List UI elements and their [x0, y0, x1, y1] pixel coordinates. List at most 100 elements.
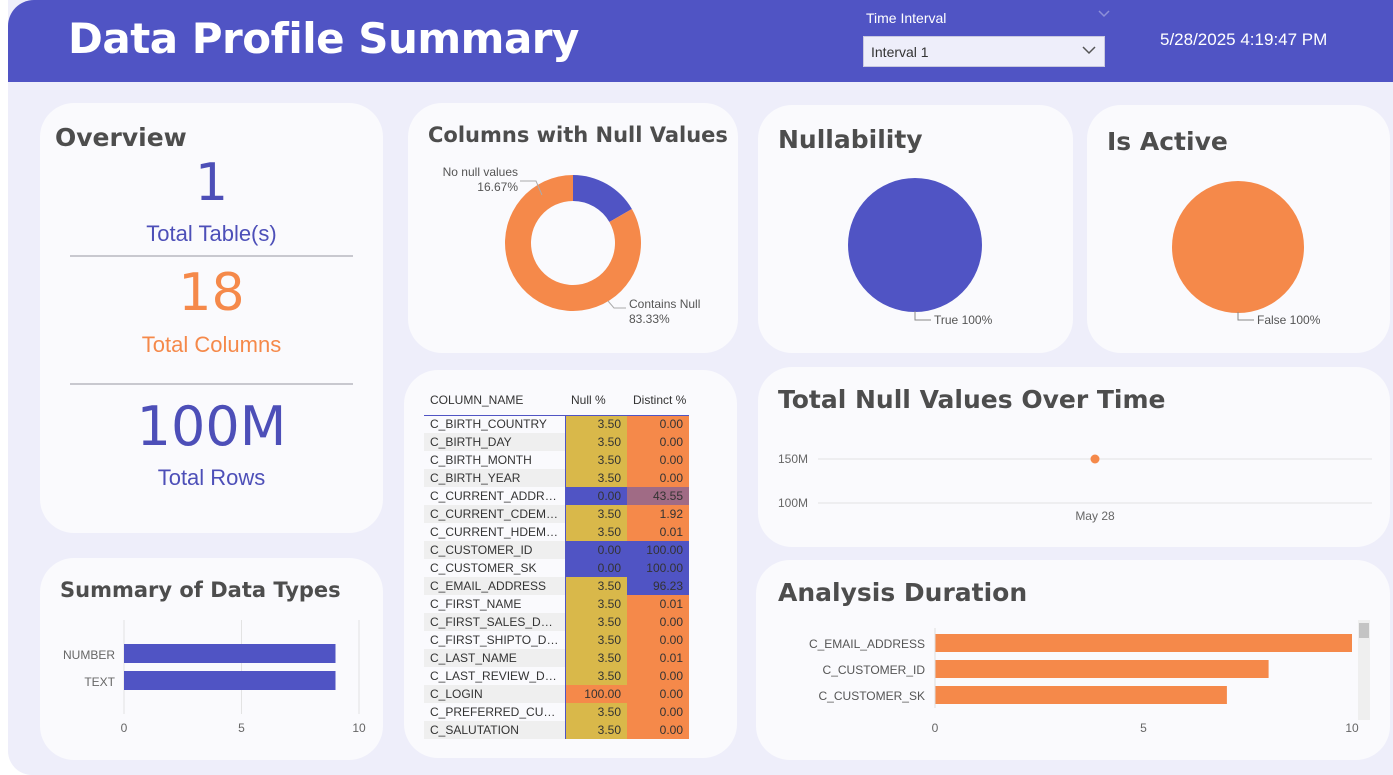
table-row[interactable]: C_LAST_REVIEW_DATE 3.50 0.00: [424, 667, 689, 685]
distinct-pct-cell: 0.01: [627, 523, 689, 541]
leader-line: [607, 300, 626, 309]
table-row[interactable]: C_PREFERRED_CUST_F...3.500.00: [424, 703, 689, 721]
data-types-card: Summary of Data Types NUMBER TEXT 0 5 10: [40, 558, 383, 760]
total-columns-value: 18: [178, 263, 245, 323]
null-pct-cell: 3.50: [564, 703, 627, 721]
table-row[interactable]: C_CUSTOMER_ID 0.00 100.00: [424, 541, 689, 559]
bar: [935, 634, 1352, 652]
pie-slice: [1172, 181, 1304, 313]
table-row[interactable]: C_BIRTH_MONTH 3.50 0.00: [424, 451, 689, 469]
pie-slice: [848, 178, 982, 312]
table-row[interactable]: C_FIRST_SHIPTO_DATE... 3.50 0.00: [424, 631, 689, 649]
bar: [124, 644, 336, 663]
y-tick-label: 100M: [778, 496, 808, 510]
null-pct-cell: 0.00: [564, 487, 627, 505]
distinct-pct-cell: 0.00: [627, 703, 689, 721]
total-rows-value: 100M: [136, 395, 287, 458]
table-row[interactable]: C_EMAIL_ADDRESS 3.50 96.23: [424, 577, 689, 595]
total-columns-label: Total Columns: [141, 332, 282, 357]
null-pct-cell: 0.00: [564, 541, 627, 559]
null-pct-cell: 3.50: [564, 631, 627, 649]
null-pct-cell: 3.50: [564, 595, 627, 613]
nullability-card: Nullability True 100%: [758, 105, 1073, 353]
chevron-down-icon[interactable]: [1098, 10, 1110, 18]
tick-label: 10: [352, 721, 366, 735]
column-name-cell: C_FIRST_SHIPTO_DATE...: [430, 633, 565, 647]
null-pct-cell: 3.50: [564, 415, 627, 433]
null-pct-cell: 3.50: [564, 613, 627, 631]
overview-card: Overview 1 Total Table(s) 18 Total Colum…: [40, 103, 383, 533]
null-columns-card: Columns with Null Values No null values …: [408, 103, 738, 353]
column-name-cell: C_FIRST_SALES_DATE_...: [424, 613, 565, 631]
table-row[interactable]: C_FIRST_SALES_DATE_... 3.50 0.00: [424, 613, 689, 631]
table-row[interactable]: C_CURRENT_HDEMO_... 3.50 0.01: [424, 523, 689, 541]
bar: [935, 660, 1269, 678]
table-row[interactable]: C_LAST_NAME 3.50 0.01: [424, 649, 689, 667]
data-point: [1090, 454, 1100, 464]
null-pct-cell: 3.50: [564, 469, 627, 487]
table-row[interactable]: C_BIRTH_DAY 3.50 0.00: [424, 433, 689, 451]
column-name-cell: C_CUSTOMER_SK: [430, 561, 537, 575]
table-row[interactable]: C_CURRENT_CDEMO_... 3.50 1.92: [424, 505, 689, 523]
bar-label: TEXT: [84, 675, 115, 689]
bar-label: C_EMAIL_ADDRESS: [809, 637, 925, 651]
chevron-down-icon: [1082, 46, 1096, 55]
table-row[interactable]: C_CUSTOMER_SK 0.00 100.00: [424, 559, 689, 577]
column-name-cell: C_PREFERRED_CUST_F...: [430, 705, 565, 719]
null-donut-chart: No null values 16.67% Contains Null 83.3…: [443, 165, 701, 326]
nullability-pie: True 100%: [848, 178, 993, 327]
column-header[interactable]: Distinct %: [627, 385, 689, 416]
distinct-pct-cell: 0.00: [627, 451, 689, 469]
slice-label: Contains Null: [629, 297, 700, 311]
table-row[interactable]: C_FIRST_NAME 3.50 0.01: [424, 595, 689, 613]
column-name-cell: C_BIRTH_MONTH: [430, 453, 532, 467]
tick-label: 10: [1345, 721, 1359, 735]
slice-label: True 100%: [934, 313, 993, 327]
column-header[interactable]: COLUMN_NAME: [424, 385, 565, 416]
bar-label: NUMBER: [63, 648, 115, 662]
distinct-pct-cell: 0.01: [627, 595, 689, 613]
time-interval-dropdown[interactable]: Interval 1: [863, 36, 1105, 67]
table-row[interactable]: C_LOGIN 100.00 0.00: [424, 685, 689, 703]
is-active-pie: False 100%: [1172, 181, 1321, 327]
distinct-pct-cell: 0.00: [627, 469, 689, 487]
time-interval-value: Interval 1: [871, 44, 929, 60]
page-title: Data Profile Summary: [68, 14, 579, 63]
table-row[interactable]: C_SALUTATION 3.50 0.00: [424, 721, 689, 739]
distinct-pct-cell: 43.55: [627, 487, 689, 505]
table-row[interactable]: C_CURRENT_ADDR_SK 0.00 43.55: [424, 487, 689, 505]
leader-line: [914, 311, 931, 321]
column-name-cell: C_CURRENT_ADDR_SK: [430, 489, 565, 503]
total-rows-label: Total Rows: [157, 465, 266, 490]
y-tick-label: 150M: [778, 452, 808, 466]
table-row[interactable]: C_BIRTH_COUNTRY 3.50 0.00: [424, 415, 689, 433]
column-name-cell: C_LOGIN: [424, 685, 565, 703]
column-name-cell: C_BIRTH_YEAR: [424, 469, 565, 487]
null-over-time-card: Total Null Values Over Time 150M 100M Ma…: [758, 367, 1390, 547]
bar: [935, 686, 1227, 704]
timestamp: 5/28/2025 4:19:47 PM: [1160, 30, 1328, 49]
tick-label: 0: [932, 721, 939, 735]
column-name-cell: C_EMAIL_ADDRESS: [424, 577, 565, 595]
column-name-cell: C_BIRTH_COUNTRY: [430, 417, 547, 432]
null-pct-cell: 3.50: [564, 505, 627, 523]
scrollbar-thumb[interactable]: [1359, 623, 1369, 638]
total-tables-value: 1: [194, 153, 229, 213]
slice-value: 83.33%: [629, 312, 670, 326]
column-name-cell: C_FIRST_NAME: [430, 597, 522, 611]
column-name-cell: C_BIRTH_DAY: [424, 433, 565, 451]
null-pct-cell: 3.50: [564, 577, 627, 595]
distinct-pct-cell: 100.00: [627, 541, 689, 559]
data-types-chart: NUMBER TEXT 0 5 10: [63, 620, 366, 735]
column-name-cell: C_CURRENT_CDEMO_...: [424, 505, 565, 523]
leader-line: [1237, 312, 1254, 321]
null-pct-cell: 3.50: [564, 649, 627, 667]
table-row[interactable]: C_BIRTH_YEAR 3.50 0.00: [424, 469, 689, 487]
column-header[interactable]: Null %: [565, 385, 627, 416]
null-pct-cell: 0.00: [564, 559, 627, 577]
distinct-pct-cell: 96.23: [627, 577, 689, 595]
distinct-pct-cell: 0.00: [627, 685, 689, 703]
distinct-pct-cell: 0.01: [627, 649, 689, 667]
time-interval-label: Time Interval: [866, 10, 947, 26]
column-stats-table[interactable]: COLUMN_NAME Null % Distinct % C_BIRTH_CO…: [424, 385, 700, 739]
